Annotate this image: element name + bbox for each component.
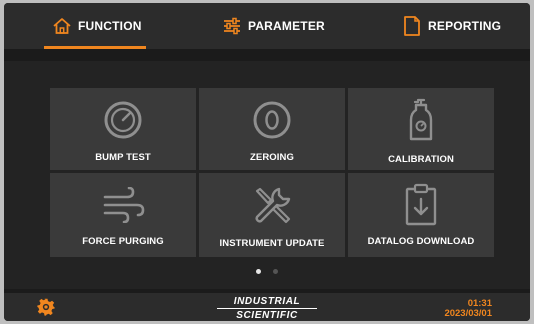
top-navigation: FUNCTION PARAMETER REPORTING bbox=[4, 3, 530, 49]
bump-test-button[interactable]: BUMP TEST bbox=[50, 88, 196, 170]
tools-icon bbox=[199, 185, 345, 227]
bump-test-label: BUMP TEST bbox=[95, 152, 151, 163]
gauge-icon bbox=[50, 100, 196, 140]
tab-reporting-label: REPORTING bbox=[428, 19, 502, 33]
zero-icon bbox=[199, 100, 345, 140]
tab-parameter-label: PARAMETER bbox=[248, 19, 325, 33]
gear-icon[interactable] bbox=[37, 298, 55, 316]
tab-function[interactable]: FUNCTION bbox=[52, 3, 142, 49]
instrument-update-button[interactable]: INSTRUMENT UPDATE bbox=[199, 173, 345, 257]
tab-function-label: FUNCTION bbox=[78, 19, 142, 33]
zeroing-button[interactable]: ZEROING bbox=[199, 88, 345, 170]
datalog-download-label: DATALOG DOWNLOAD bbox=[367, 236, 475, 247]
zeroing-label: ZEROING bbox=[250, 152, 294, 163]
datalog-download-button[interactable]: DATALOG DOWNLOAD bbox=[348, 173, 494, 257]
status-bar: INDUSTRIAL SCIENTIFIC 01:31 2023/03/01 bbox=[4, 293, 530, 321]
sliders-icon bbox=[222, 16, 242, 36]
wind-icon bbox=[50, 187, 196, 223]
clock-date: 2023/03/01 bbox=[444, 308, 492, 319]
active-tab-indicator bbox=[44, 46, 146, 49]
brand-line-1: INDUSTRIAL bbox=[233, 296, 301, 307]
page-dot-2[interactable] bbox=[273, 269, 278, 274]
tab-reporting[interactable]: REPORTING bbox=[402, 3, 501, 49]
force-purging-label: FORCE PURGING bbox=[82, 236, 164, 247]
page-dot-1[interactable] bbox=[256, 269, 261, 274]
calibration-button[interactable]: CALIBRATION bbox=[348, 88, 494, 170]
brand-divider bbox=[217, 308, 317, 309]
brand-logo: INDUSTRIAL SCIENTIFIC bbox=[209, 296, 325, 321]
tab-parameter[interactable]: PARAMETER bbox=[222, 3, 325, 49]
calibration-label: CALIBRATION bbox=[388, 154, 454, 165]
page-indicator bbox=[4, 269, 530, 274]
gas-cylinder-icon bbox=[348, 96, 494, 144]
clipboard-download-icon bbox=[348, 183, 494, 227]
force-purging-button[interactable]: FORCE PURGING bbox=[50, 173, 196, 257]
brand-line-2: SCIENTIFIC bbox=[236, 310, 298, 321]
instrument-update-label: INSTRUMENT UPDATE bbox=[219, 238, 325, 249]
document-icon bbox=[402, 15, 422, 37]
clock: 01:31 2023/03/01 bbox=[444, 299, 492, 319]
home-icon bbox=[52, 16, 72, 36]
device-screen: FUNCTION PARAMETER REPORTING BUMP TEST Z… bbox=[4, 3, 530, 321]
